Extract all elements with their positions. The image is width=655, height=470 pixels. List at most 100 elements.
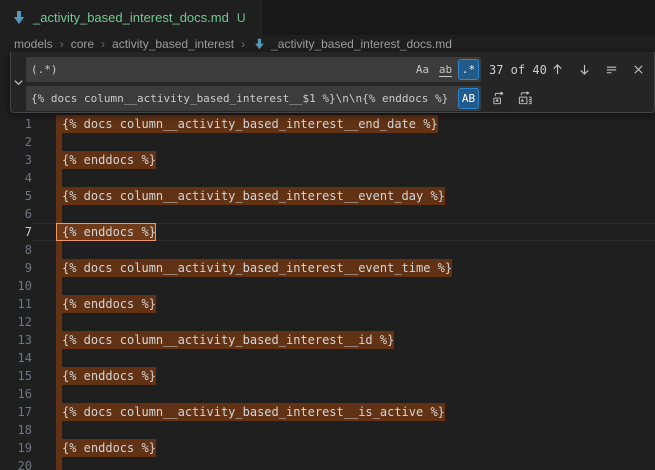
find-match-highlight <box>56 313 62 331</box>
find-actions <box>547 60 654 80</box>
breadcrumb-separator: › <box>241 37 245 51</box>
whole-word-toggle[interactable]: ab <box>435 59 456 80</box>
breadcrumb-separator: › <box>60 37 64 51</box>
code-line[interactable]: 5{% docs column__activity_based_interest… <box>0 187 655 205</box>
code-line[interactable]: 6 <box>0 205 655 223</box>
code-line-text <box>32 349 62 367</box>
line-number[interactable]: 9 <box>0 259 32 277</box>
tab-bar: _activity_based_interest_docs.md U <box>0 0 655 35</box>
code-line[interactable]: 17{% docs column__activity_based_interes… <box>0 403 655 421</box>
code-line[interactable]: 20 <box>0 457 655 470</box>
line-number[interactable]: 5 <box>0 187 32 205</box>
next-match-button[interactable] <box>574 60 594 80</box>
editor-tab[interactable]: _activity_based_interest_docs.md U <box>0 0 262 35</box>
code-line[interactable]: 16 <box>0 385 655 403</box>
code-line-text <box>32 277 62 295</box>
line-number[interactable]: 11 <box>0 295 32 313</box>
find-match-highlight: {% enddocs %} <box>56 151 156 169</box>
line-number[interactable]: 4 <box>0 169 32 187</box>
match-case-toggle[interactable]: Aa <box>412 59 433 80</box>
line-number[interactable]: 18 <box>0 421 32 439</box>
breadcrumb-file-label: _activity_based_interest_docs.md <box>271 37 452 51</box>
find-match-highlight <box>56 241 62 259</box>
line-number[interactable]: 8 <box>0 241 32 259</box>
code-line-text: {% enddocs %} <box>32 439 156 457</box>
code-area[interactable]: 1{% docs column__activity_based_interest… <box>0 52 655 470</box>
tab-title: _activity_based_interest_docs.md <box>33 10 229 25</box>
code-line[interactable]: 11 {% enddocs %} <box>0 295 655 313</box>
line-number[interactable]: 7 <box>0 223 32 241</box>
code-line[interactable]: 8 <box>0 241 655 259</box>
line-number[interactable]: 17 <box>0 403 32 421</box>
find-match-highlight <box>56 277 62 295</box>
regex-toggle[interactable]: .* <box>458 59 479 80</box>
line-number[interactable]: 20 <box>0 457 32 470</box>
preserve-case-toggle[interactable]: AB <box>458 88 479 109</box>
code-line[interactable]: 9 {% docs column__activity_based_interest… <box>0 259 655 277</box>
find-match-highlight: {% docs column__activity_based_interest_… <box>56 259 452 277</box>
git-status-badge: U <box>237 11 246 25</box>
line-number[interactable]: 13 <box>0 331 32 349</box>
line-number[interactable]: 16 <box>0 385 32 403</box>
find-match-highlight: {% enddocs %} <box>56 439 156 457</box>
find-match-highlight: {% enddocs %} <box>56 295 156 313</box>
close-find-widget-button[interactable] <box>628 60 648 80</box>
code-line-text: {% docs column__activity_based_interest_… <box>32 259 452 277</box>
breadcrumb-item-core[interactable]: core <box>71 37 94 51</box>
chevron-down-icon <box>13 77 24 88</box>
breadcrumb-separator: › <box>101 37 105 51</box>
find-row: (.*) Aa ab .* 37 of 40 <box>26 57 654 82</box>
code-line[interactable]: 4 <box>0 169 655 187</box>
code-line-text: {% docs column__activity_based_interest_… <box>32 403 445 421</box>
line-number[interactable]: 14 <box>0 349 32 367</box>
code-line-text <box>32 421 62 439</box>
code-line[interactable]: 7 {% enddocs %} <box>0 223 655 241</box>
line-number[interactable]: 1 <box>0 115 32 133</box>
line-number[interactable]: 19 <box>0 439 32 457</box>
code-line[interactable]: 15{% enddocs %} <box>0 367 655 385</box>
code-line[interactable]: 2 <box>0 133 655 151</box>
find-match-highlight <box>56 205 62 223</box>
code-line[interactable]: 1{% docs column__activity_based_interest… <box>0 115 655 133</box>
code-line-text: {% docs column__activity_based_interest_… <box>32 331 394 349</box>
whole-word-icon: ab <box>439 63 452 77</box>
editor[interactable]: (.*) Aa ab .* 37 of 40 <box>0 52 655 470</box>
code-line[interactable]: 10 <box>0 277 655 295</box>
breadcrumb-item-models[interactable]: models <box>14 37 53 51</box>
breadcrumb-item-activity-based-interest[interactable]: activity_based_interest <box>112 37 234 51</box>
code-line[interactable]: 18 <box>0 421 655 439</box>
find-match-highlight <box>56 133 62 151</box>
line-number[interactable]: 12 <box>0 313 32 331</box>
toggle-replace-button[interactable] <box>11 52 26 112</box>
code-line[interactable]: 14 <box>0 349 655 367</box>
replace-actions <box>489 89 535 109</box>
regex-icon: .* <box>462 63 475 76</box>
previous-match-button[interactable] <box>547 60 567 80</box>
find-in-selection-button[interactable] <box>601 60 621 80</box>
find-input[interactable]: (.*) Aa ab .* <box>26 57 481 82</box>
replace-input-value: {% docs column__activity_based_interest_… <box>31 92 448 105</box>
find-match-highlight <box>56 349 62 367</box>
code-line-text <box>32 169 62 187</box>
replace-input[interactable]: {% docs column__activity_based_interest_… <box>26 86 481 111</box>
code-line[interactable]: 13{% docs column__activity_based_interes… <box>0 331 655 349</box>
code-line[interactable]: 3 {% enddocs %} <box>0 151 655 169</box>
breadcrumb-item-file[interactable]: _activity_based_interest_docs.md <box>252 37 452 51</box>
line-number[interactable]: 2 <box>0 133 32 151</box>
line-number[interactable]: 3 <box>0 151 32 169</box>
code-line[interactable]: 12 <box>0 313 655 331</box>
code-line[interactable]: 19 {% enddocs %} <box>0 439 655 457</box>
code-line-text: {% enddocs %} <box>32 223 156 241</box>
current-find-match: {% enddocs %} <box>56 223 156 241</box>
find-input-value: (.*) <box>31 63 58 76</box>
code-line-text: {% enddocs %} <box>32 295 156 313</box>
line-number[interactable]: 6 <box>0 205 32 223</box>
code-line-text <box>32 385 62 403</box>
line-number[interactable]: 15 <box>0 367 32 385</box>
match-case-icon: Aa <box>416 63 429 76</box>
replace-button[interactable] <box>489 89 509 109</box>
line-number[interactable]: 10 <box>0 277 32 295</box>
markdown-file-icon <box>253 37 266 50</box>
replace-all-button[interactable] <box>515 89 535 109</box>
code-line-text: {% docs column__activity_based_interest_… <box>32 115 438 133</box>
